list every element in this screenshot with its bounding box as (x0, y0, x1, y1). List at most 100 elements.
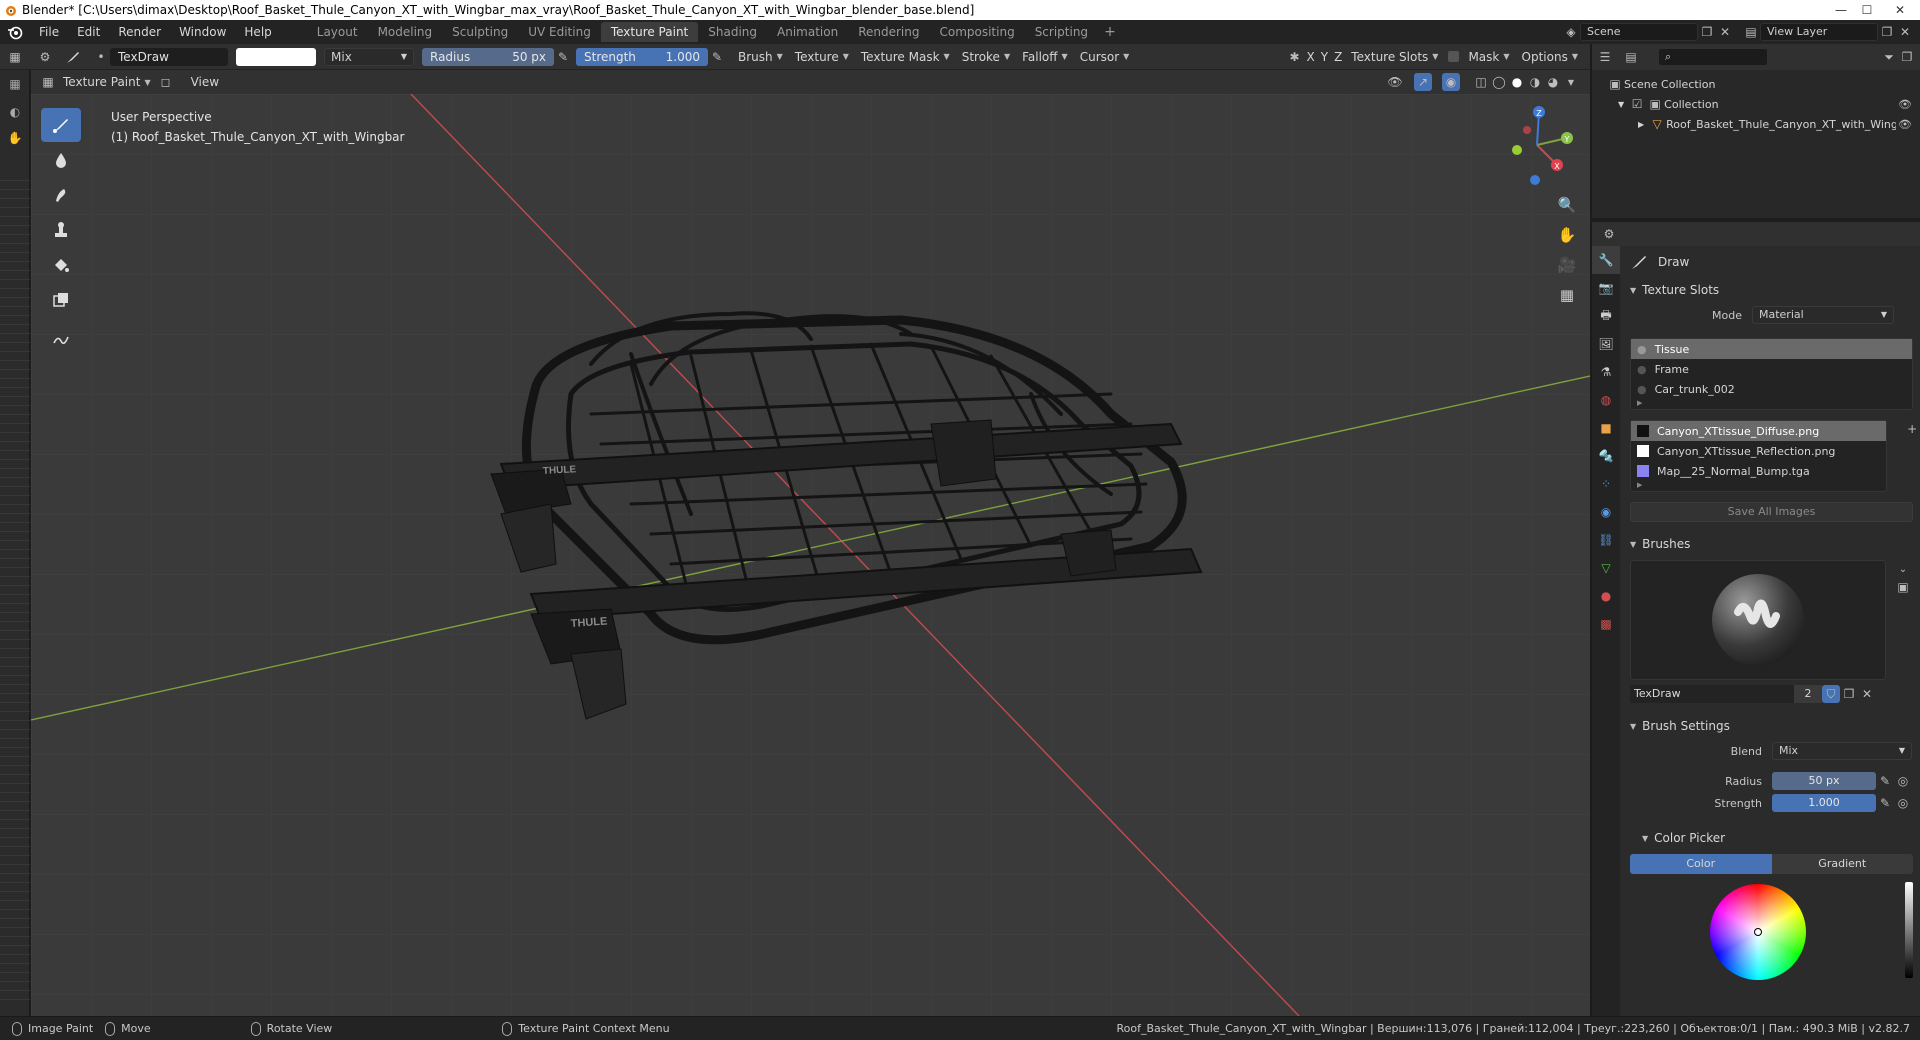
rendered-shading-icon[interactable]: ◕ (1544, 73, 1562, 91)
tab-texture-paint[interactable]: Texture Paint (600, 22, 699, 42)
menu-render[interactable]: Render (109, 20, 170, 44)
mask-checkbox[interactable] (1444, 48, 1462, 66)
tool-tab-icon[interactable]: 🔧 (1592, 246, 1620, 274)
gizmo-toggle-icon[interactable]: ↗ (1414, 73, 1432, 91)
outliner-search-input[interactable]: ⌕ (1658, 48, 1768, 66)
brush-settings-panel-header[interactable]: ▼ Brush Settings (1622, 714, 1920, 738)
color-wheel[interactable] (1710, 884, 1806, 980)
brush-color-swatch[interactable] (236, 47, 316, 66)
object-tab-icon[interactable]: ■ (1592, 414, 1620, 442)
brush-image-icon[interactable]: ▣ (1894, 578, 1912, 596)
image-slot-reflection[interactable]: Canyon_XTtissue_Reflection.png (1631, 441, 1886, 461)
smear-tool-button[interactable] (41, 178, 81, 212)
image-slot-normal[interactable]: Map__25_Normal_Bump.tga (1631, 461, 1886, 481)
hand-icon[interactable]: ✋ (0, 126, 30, 150)
mask-dropdown[interactable]: Mask ▼ (1462, 47, 1515, 67)
tab-scripting[interactable]: Scripting (1025, 22, 1098, 42)
wireframe-shading-icon[interactable]: ◯ (1490, 73, 1508, 91)
solid-shading-icon[interactable]: ● (1508, 73, 1526, 91)
save-all-images-button[interactable]: Save All Images (1630, 502, 1913, 522)
delete-scene-icon[interactable]: ✕ (1716, 23, 1734, 41)
display-mode-icon[interactable]: ▤ (1622, 48, 1640, 66)
mirror-z-toggle[interactable]: Z (1331, 47, 1345, 67)
neg-z-axis-handle[interactable] (1530, 175, 1540, 185)
strength-slider[interactable]: Strength 1.000 (576, 47, 708, 66)
tab-color[interactable]: Color (1630, 854, 1772, 874)
texture-dropdown[interactable]: Texture ▼ (789, 47, 855, 67)
mode-dropdown[interactable]: Texture Paint ▼ (57, 72, 157, 92)
chevron-down-icon[interactable]: ▼ (1562, 73, 1580, 91)
zoom-icon[interactable]: 🔍 (1552, 190, 1582, 220)
stroke-dropdown[interactable]: Stroke ▼ (956, 47, 1016, 67)
tab-compositing[interactable]: Compositing (929, 22, 1024, 42)
brush-users-count[interactable]: 2 (1794, 685, 1822, 703)
outliner-scene-collection[interactable]: ▣ Scene Collection (1592, 74, 1920, 94)
brush-dropdown[interactable]: Brush ▼ (732, 47, 789, 67)
material-slot-car-trunk[interactable]: ● Car_trunk_002 (1631, 379, 1912, 399)
falloff-dropdown[interactable]: Falloff ▼ (1016, 47, 1074, 67)
expand-icon[interactable]: ▶ (1638, 120, 1644, 129)
view-layer-icon[interactable]: ▤ (1742, 23, 1760, 41)
tab-rendering[interactable]: Rendering (848, 22, 929, 42)
scene-icon[interactable]: ◈ (1562, 23, 1580, 41)
physics-tab-icon[interactable]: ◉ (1592, 498, 1620, 526)
material-tab-icon[interactable]: ● (1592, 582, 1620, 610)
radius-unit-icon[interactable]: ◎ (1894, 772, 1912, 790)
duplicate-brush-icon[interactable]: ❐ (1840, 685, 1858, 703)
properties-editor-icon[interactable]: ⚙ (1600, 225, 1618, 243)
uv-editor-icon[interactable]: ◐ (0, 100, 30, 124)
tab-modeling[interactable]: Modeling (368, 22, 443, 42)
perspective-grid-icon[interactable]: ▦ (1552, 280, 1582, 310)
chevron-down-icon[interactable]: ⌄ (1894, 560, 1912, 578)
image-slot-diffuse[interactable]: Canyon_XTtissue_Diffuse.png (1631, 421, 1887, 441)
value-slider[interactable] (1905, 882, 1913, 978)
xray-icon[interactable]: ◫ (1472, 73, 1490, 91)
radius-slider[interactable]: Radius 50 px (422, 47, 554, 66)
new-view-layer-icon[interactable]: ❐ (1878, 23, 1896, 41)
pan-hand-icon[interactable]: ✋ (1552, 220, 1582, 250)
output-tab-icon[interactable]: 🖶 (1592, 302, 1620, 330)
blend-mode-dropdown[interactable]: Mix ▼ (324, 47, 414, 66)
mode-dropdown[interactable]: Material ▼ (1752, 306, 1894, 324)
brush-preview[interactable] (1630, 560, 1886, 680)
mask-tool-button[interactable] (41, 283, 81, 317)
list-expand-icon[interactable]: ▶ (1631, 481, 1886, 491)
minimize-button[interactable]: — (1828, 0, 1854, 20)
filter-icon[interactable]: ⏷ (1880, 48, 1898, 66)
camera-icon[interactable]: 🎥 (1552, 250, 1582, 280)
texture-mask-dropdown[interactable]: Texture Mask ▼ (855, 47, 956, 67)
scene-field[interactable]: Scene (1580, 23, 1698, 41)
texture-tab-icon[interactable]: ▩ (1592, 610, 1620, 638)
radius-pressure-icon[interactable]: ✎ (554, 48, 572, 66)
strength-pressure-icon[interactable]: ✎ (708, 48, 726, 66)
draw-tool-button[interactable] (41, 108, 81, 142)
annotate-tool-button[interactable] (41, 323, 81, 357)
blend-dropdown[interactable]: Mix ▼ (1772, 742, 1912, 760)
menu-edit[interactable]: Edit (68, 20, 109, 44)
brush-tool-icon[interactable] (64, 48, 82, 66)
neg-y-axis-handle[interactable] (1512, 145, 1522, 155)
list-expand-icon[interactable]: ▶ (1631, 399, 1912, 409)
modifier-tab-icon[interactable]: 🔩 (1592, 442, 1620, 470)
new-scene-icon[interactable]: ❐ (1698, 23, 1716, 41)
new-collection-icon[interactable]: ❐ (1898, 48, 1916, 66)
mirror-y-toggle[interactable]: Y (1318, 47, 1331, 67)
tab-gradient[interactable]: Gradient (1771, 854, 1913, 874)
overlay-toggle-icon[interactable]: ◉ (1442, 73, 1460, 91)
data-tab-icon[interactable]: ▽ (1592, 554, 1620, 582)
tab-animation[interactable]: Animation (767, 22, 848, 42)
outliner-collection-row[interactable]: ▼ ☑ ▣ Collection 👁 (1592, 94, 1920, 114)
brushes-panel-header[interactable]: ▼ Brushes (1622, 532, 1920, 556)
particles-tab-icon[interactable]: ⁘ (1592, 470, 1620, 498)
close-button[interactable]: ✕ (1880, 0, 1920, 20)
mirror-x-toggle[interactable]: X (1303, 47, 1317, 67)
strength-unit-icon[interactable]: ◎ (1894, 794, 1912, 812)
constraints-tab-icon[interactable]: ⛓ (1592, 526, 1620, 554)
tab-layout[interactable]: Layout (307, 22, 368, 42)
strength-slider[interactable]: 1.000 (1772, 794, 1876, 812)
eye-icon[interactable]: 👁 (1898, 118, 1912, 131)
unlink-brush-icon[interactable]: ✕ (1858, 685, 1876, 703)
menu-help[interactable]: Help (235, 20, 280, 44)
blender-logo-icon[interactable] (0, 20, 30, 44)
view-menu[interactable]: View (185, 72, 225, 92)
